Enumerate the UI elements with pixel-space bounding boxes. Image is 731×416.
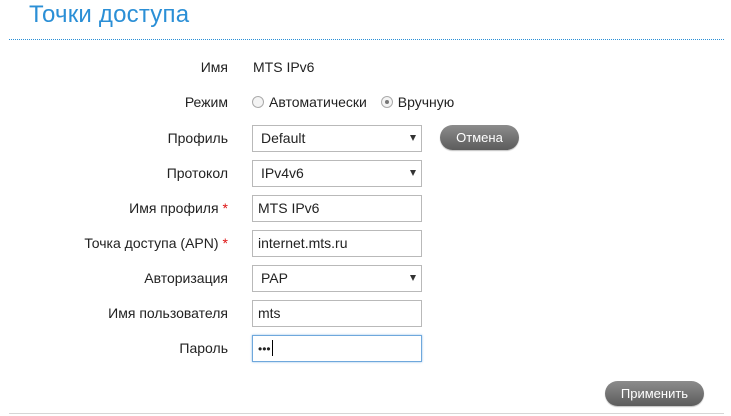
name-label: Имя (200, 59, 228, 75)
required-mark: * (222, 200, 228, 216)
apn-row: Точка доступа (APN) * internet.mts.ru (0, 230, 731, 258)
profile-name-row: Имя профиля * MTS IPv6 (0, 195, 731, 223)
apn-label-text: Точка доступа (APN) (84, 235, 219, 251)
chevron-down-icon (410, 135, 416, 141)
name-row: Имя MTS IPv6 (0, 54, 731, 82)
protocol-select[interactable]: IPv4v6 (252, 160, 422, 187)
apn-input[interactable]: internet.mts.ru (252, 230, 422, 257)
profile-select[interactable]: Default (252, 125, 422, 152)
password-row: Пароль ••• (0, 335, 731, 363)
mode-label: Режим (184, 94, 228, 110)
mode-row: Режим Автоматически Вручную (0, 89, 731, 117)
apn-label: Точка доступа (APN) * (84, 235, 228, 251)
password-input-value: ••• (258, 342, 271, 356)
profile-name-input-value: MTS IPv6 (258, 200, 320, 216)
password-label: Пароль (179, 340, 228, 356)
apply-button[interactable]: Применить (605, 381, 704, 406)
auth-row: Авторизация PAP (0, 265, 731, 293)
profile-select-value: Default (261, 130, 306, 146)
protocol-row: Протокол IPv4v6 (0, 160, 731, 188)
name-value: MTS IPv6 (253, 59, 315, 75)
username-input[interactable]: mts (252, 300, 422, 327)
chevron-down-icon (410, 275, 416, 281)
chevron-down-icon (410, 170, 416, 176)
page-title: Точки доступа (29, 1, 190, 28)
mode-auto-label[interactable]: Автоматически (269, 94, 367, 110)
profile-name-label-text: Имя профиля (129, 200, 219, 216)
protocol-select-value: IPv4v6 (261, 165, 304, 181)
required-mark: * (222, 235, 228, 251)
profile-name-input[interactable]: MTS IPv6 (252, 195, 422, 222)
profile-row: Профиль Default Отмена (0, 125, 731, 153)
apn-input-value: internet.mts.ru (258, 235, 348, 251)
username-row: Имя пользователя mts (0, 300, 731, 328)
text-cursor (271, 340, 273, 356)
protocol-label: Протокол (166, 165, 228, 181)
auth-select-value: PAP (261, 270, 288, 286)
mode-auto-radio[interactable] (252, 96, 264, 108)
auth-select[interactable]: PAP (252, 265, 422, 292)
access-points-page: Точки доступа Имя MTS IPv6 Режим Автомат… (0, 0, 731, 416)
auth-label: Авторизация (144, 270, 228, 286)
password-input[interactable]: ••• (252, 335, 422, 362)
mode-radio-group: Автоматически Вручную (252, 94, 464, 110)
title-divider (9, 39, 724, 40)
profile-label: Профиль (167, 130, 228, 146)
mode-manual-label[interactable]: Вручную (398, 94, 455, 110)
cancel-button[interactable]: Отмена (440, 125, 519, 150)
username-label: Имя пользователя (108, 305, 228, 321)
profile-name-label: Имя профиля * (129, 200, 228, 216)
bottom-divider (9, 413, 724, 414)
mode-manual-radio[interactable] (380, 96, 393, 108)
username-input-value: mts (258, 305, 281, 321)
